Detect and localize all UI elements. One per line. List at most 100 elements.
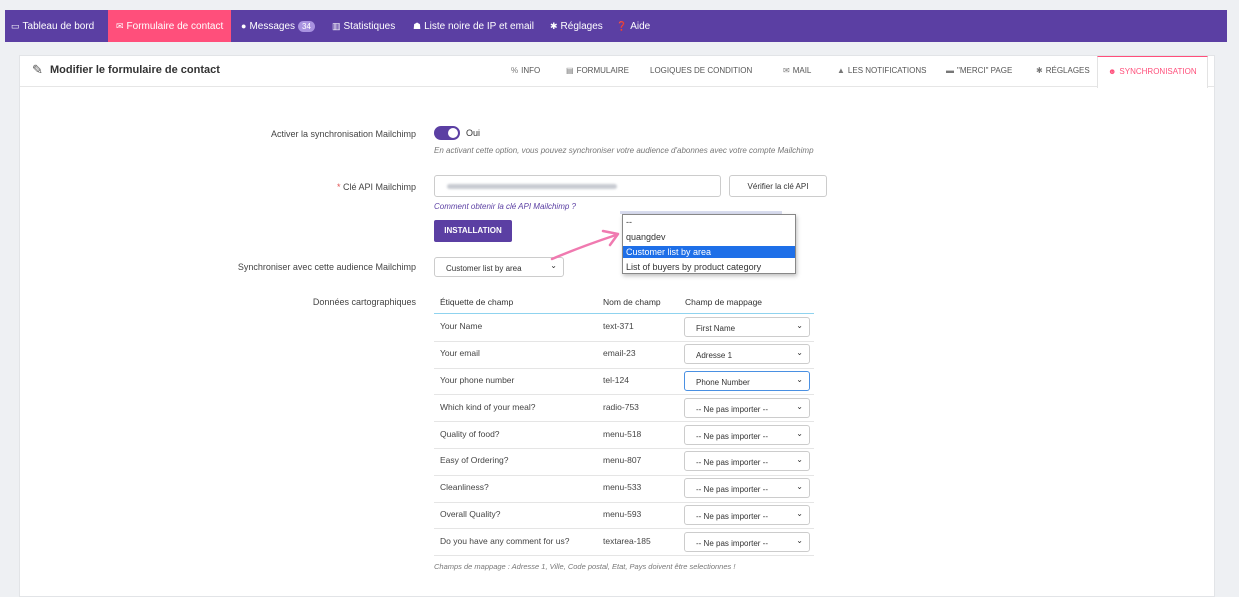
nav-item-label: Tableau de bord — [22, 21, 95, 32]
audience-label: Synchroniser avec cette audience Mailchi… — [237, 262, 416, 272]
field-name-cell: tel-124 — [603, 375, 629, 385]
mapping-selected-value: -- Ne pas importer -- — [696, 538, 769, 548]
tab-label: LOGIQUES DE CONDITION — [650, 66, 753, 75]
field-label-cell: Your email — [440, 348, 480, 359]
field-label-cell: Which kind of your meal? — [440, 401, 536, 412]
enable-sync-label: Activer la synchronisation Mailchimp — [270, 129, 416, 139]
nav-item-label: Réglages — [560, 21, 603, 32]
tab-info[interactable]: % INFO — [511, 56, 540, 86]
tab-label: "MERCI" PAGE — [957, 66, 1013, 75]
chevron-down-icon: ⌄ — [796, 375, 803, 384]
tab-form[interactable]: ▤ FORMULAIRE — [566, 56, 629, 86]
mapping-select[interactable]: Phone Number ⌄ — [684, 371, 810, 391]
field-name-cell: text-371 — [603, 321, 634, 332]
field-name-cell: menu-518 — [603, 428, 642, 439]
field-name-cell: menu-533 — [603, 482, 642, 493]
mailchimp-icon: ☻ — [1108, 67, 1117, 76]
field-label-cell: Quality of food? — [440, 428, 500, 439]
tab-mail[interactable]: ✉ MAIL — [783, 56, 811, 86]
field-label-cell: Your Name — [440, 321, 483, 332]
mapping-select[interactable]: Adresse 1 ⌄ — [684, 344, 810, 365]
field-label-cell: Cleanliness? — [440, 482, 489, 493]
dropdown-option[interactable]: List of buyers by product category — [623, 261, 795, 273]
mapping-select[interactable]: -- Ne pas importer -- ⌄ — [684, 397, 810, 418]
dropdown-option-selected[interactable]: Customer list by area — [623, 246, 795, 258]
nav-item-help[interactable]: ❓ Aide — [616, 10, 650, 42]
mapping-select[interactable]: -- Ne pas importer -- ⌄ — [684, 424, 810, 445]
thanks-icon: ▬ — [946, 66, 954, 75]
api-key-help-link[interactable]: Comment obtenir la clé API Mailchimp ? — [434, 202, 576, 211]
tab-label: LES NOTIFICATIONS — [847, 66, 927, 75]
field-name-cell: email-23 — [603, 348, 636, 359]
monitor-icon: ▭ — [11, 21, 20, 31]
chevron-down-icon: ⌄ — [796, 321, 803, 331]
mapping-select[interactable]: -- Ne pas importer -- ⌄ — [684, 531, 810, 552]
audience-selected-value: Customer list by area — [446, 264, 522, 273]
row-divider — [434, 528, 814, 530]
mapping-selected-value: First Name — [696, 324, 736, 334]
mapping-select[interactable]: First Name ⌄ — [684, 317, 810, 338]
nav-item-label: Liste noire de IP et email — [424, 21, 534, 32]
nav-item-messages[interactable]: ● Messages 34 — [241, 10, 315, 42]
field-name-cell: menu-593 — [603, 509, 642, 519]
mapping-selected-value: Adresse 1 — [696, 351, 733, 361]
nav-item-contact-form[interactable]: ✉ Formulaire de contact — [108, 10, 232, 42]
tab-settings[interactable]: ✱ RÉGLAGES — [1036, 56, 1090, 86]
row-divider — [434, 501, 814, 503]
row-divider — [434, 394, 814, 396]
required-marker: * — [336, 182, 341, 192]
dropdown-option[interactable]: -- — [623, 216, 795, 228]
field-label-cell: Your phone number — [440, 375, 515, 385]
tab-synchronisation[interactable]: ☻ SYNCHRONISATION — [1097, 56, 1208, 88]
gear-icon: ✱ — [1036, 66, 1043, 75]
install-button[interactable]: INSTALLATION — [434, 220, 512, 242]
row-divider — [434, 421, 814, 423]
bell-icon: ▲ — [837, 66, 845, 75]
api-key-input[interactable] — [434, 175, 721, 197]
tab-thanks-page[interactable]: ▬ "MERCI" PAGE — [946, 56, 1012, 86]
mapping-selected-value: -- Ne pas importer -- — [696, 458, 769, 468]
mapping-selected-value: -- Ne pas importer -- — [696, 485, 769, 495]
panel-header: ✎ Modifier le formulaire de contact % INF… — [20, 56, 1214, 88]
page-title: Modifier le formulaire de contact — [50, 64, 220, 76]
audience-select[interactable]: Customer list by area ⌄ — [434, 257, 564, 277]
verify-api-key-button[interactable]: Vérifier la clé API — [729, 175, 827, 197]
mapping-selected-value: Phone Number — [696, 378, 750, 387]
mapping-select[interactable]: -- Ne pas importer -- ⌄ — [684, 478, 810, 499]
tab-label: SYNCHRONISATION — [1119, 67, 1197, 76]
row-divider — [434, 367, 814, 369]
enable-sync-note: En activant cette option, vous pouvez sy… — [434, 146, 814, 155]
column-header-field-label: Étiquette de champ — [440, 297, 514, 307]
comments-icon: ● — [241, 21, 247, 31]
tab-notifications[interactable]: ▲ LES NOTIFICATIONS — [837, 56, 926, 86]
audience-dropdown-list: -- quangdev Customer list by area List o… — [622, 214, 796, 274]
top-navigation-bar: ▭ Tableau de bord ✉ Formulaire de contact … — [5, 10, 1227, 42]
messages-count-badge: 34 — [298, 21, 315, 32]
chevron-down-icon: ⌄ — [796, 535, 803, 545]
mapping-select[interactable]: -- Ne pas importer -- ⌄ — [684, 451, 810, 472]
nav-item-settings[interactable]: ✱ Réglages — [550, 10, 603, 42]
mapping-note: Champs de mappage : Adresse 1, Ville, Co… — [434, 562, 736, 571]
tab-condition-logic[interactable]: LOGIQUES DE CONDITION — [650, 56, 752, 86]
edit-icon: ✎ — [32, 62, 43, 77]
chevron-down-icon: ⌄ — [796, 428, 803, 438]
nav-item-statistics[interactable]: ▥ Statistiques — [332, 10, 395, 42]
chevron-down-icon: ⌄ — [796, 482, 803, 492]
nav-item-dashboard[interactable]: ▭ Tableau de bord — [5, 10, 100, 42]
info-icon: % — [511, 66, 519, 75]
nav-item-label: Statistiques — [343, 21, 396, 32]
column-header-mapping: Champ de mappage — [685, 297, 763, 307]
field-label-cell: Easy of Ordering? — [440, 455, 509, 466]
toggle-state-text: Oui — [466, 128, 481, 138]
help-icon: ❓ — [616, 21, 628, 31]
toggle-knob — [448, 128, 458, 138]
mapping-selected-value: -- Ne pas importer -- — [696, 404, 769, 414]
enable-sync-toggle[interactable] — [434, 126, 460, 140]
mapping-select[interactable]: -- Ne pas importer -- ⌄ — [684, 505, 810, 525]
chevron-down-icon: ⌄ — [796, 455, 803, 465]
nav-item-blacklist[interactable]: ☗ Liste noire de IP et email — [413, 10, 534, 42]
dropdown-option[interactable]: quangdev — [623, 231, 795, 243]
mapping-selected-value: -- Ne pas importer -- — [696, 431, 769, 441]
field-name-cell: radio-753 — [603, 401, 639, 412]
chart-icon: ▥ — [332, 21, 341, 31]
